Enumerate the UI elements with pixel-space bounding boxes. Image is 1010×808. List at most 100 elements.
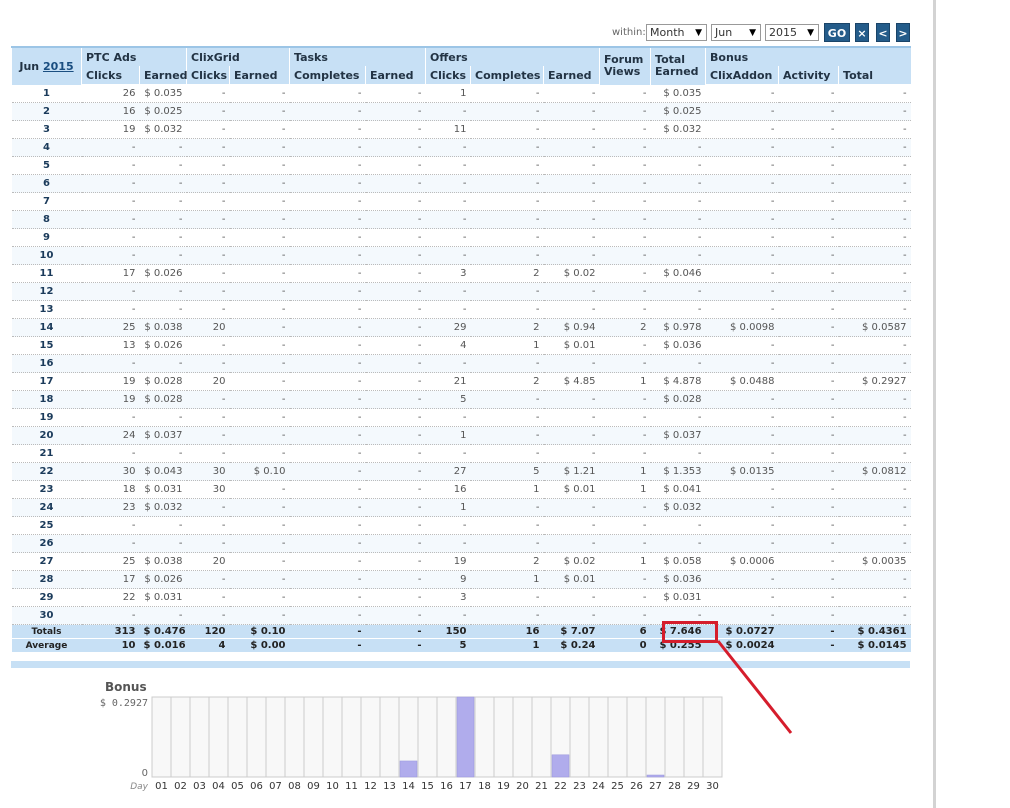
table-cell: -	[289, 552, 366, 571]
table-row: 19- - - - - - - - - - - - - -	[11, 408, 911, 427]
table-cell: 29	[425, 318, 471, 337]
table-cell: -	[705, 228, 779, 247]
table-cell: -	[289, 588, 366, 607]
table-cell: -	[81, 408, 140, 427]
table-group-header-row: Jun 2015 PTC Ads ClixGrid Tasks Offers F…	[11, 46, 911, 85]
table-cell: -	[650, 516, 706, 535]
table-cell: -	[543, 156, 600, 175]
x-tick-label: 08	[288, 781, 301, 792]
table-cell: -	[289, 174, 366, 193]
clixgrid-header: ClixGrid	[186, 46, 290, 66]
totals-row: Totals 313 $ 0.476 120 $ 0.10- -150 16 $ 7.07 6 $…	[11, 624, 911, 639]
table-cell: 1	[599, 552, 651, 571]
table-cell: -	[543, 228, 600, 247]
table-cell: -	[81, 156, 140, 175]
x-tick-label: 03	[193, 781, 206, 792]
table-cell: -	[289, 210, 366, 229]
table-cell: 21	[425, 372, 471, 391]
table-cell: -	[778, 282, 839, 301]
table-cell: $ 0.016	[139, 638, 187, 653]
table-cell: 1	[425, 498, 471, 517]
table-cell: -	[186, 156, 230, 175]
table-cell: -	[425, 300, 471, 319]
table-row: 2 16 $ 0.025- - - - - - - - $ 0.025- - -	[11, 102, 911, 121]
table-cell: $ 0.037	[139, 426, 187, 445]
table-cell: -	[186, 210, 230, 229]
table-cell: -	[229, 192, 290, 211]
table-cell: -	[778, 606, 839, 625]
row-label: 23	[11, 480, 82, 499]
table-cell: -	[650, 408, 706, 427]
table-subheader-row: Clicks Earned Clicks Earned Completes Ea…	[12, 66, 911, 85]
table-cell: 25	[81, 552, 140, 571]
table-cell: -	[229, 480, 290, 499]
table-cell: -	[470, 174, 544, 193]
table-cell: $ 0.10	[229, 624, 290, 639]
period-select-value: Month	[650, 26, 685, 39]
table-cell: -	[425, 192, 471, 211]
table-cell: -	[425, 174, 471, 193]
previous-month-button[interactable]: <	[876, 23, 890, 42]
table-cell: $ 0.476	[139, 624, 187, 639]
table-cell: -	[365, 210, 426, 229]
table-cell: -	[81, 282, 140, 301]
x-tick-label: 14	[402, 781, 415, 792]
table-cell: -	[705, 156, 779, 175]
table-cell: 1	[470, 336, 544, 355]
table-cell: -	[425, 408, 471, 427]
chart-bar	[399, 760, 418, 778]
table-row: 6--------------	[11, 174, 911, 193]
table-cell: -	[650, 192, 706, 211]
table-cell: 5	[425, 638, 471, 653]
period-select[interactable]: Month ▼	[646, 24, 707, 41]
close-button[interactable]: ×	[855, 23, 869, 42]
table-cell: 3	[425, 264, 471, 283]
table-cell: -	[139, 246, 187, 265]
table-cell: -	[365, 408, 426, 427]
table-cell: -	[365, 444, 426, 463]
table-cell: -	[599, 282, 651, 301]
table-cell: -	[838, 228, 911, 247]
table-cell: -	[365, 606, 426, 625]
month-select[interactable]: Jun ▼	[711, 24, 761, 41]
table-cell: -	[470, 228, 544, 247]
table-cell: -	[365, 318, 426, 337]
next-month-button[interactable]: >	[896, 23, 910, 42]
table-row: 20 24 $ 0.037- - - -1- - - $ 0.037- - -	[11, 426, 911, 445]
table-cell: $ 0.02	[543, 264, 600, 283]
table-row: 24 23 $ 0.032- - - -1- - - $ 0.032- - -	[11, 498, 911, 517]
row-label: 22	[11, 462, 82, 481]
go-button[interactable]: GO	[824, 23, 850, 42]
table-cell: -	[543, 444, 600, 463]
table-cell: -	[778, 444, 839, 463]
table-cell: -	[139, 138, 187, 157]
table-cell: -	[229, 174, 290, 193]
table-cell: -	[778, 354, 839, 373]
table-cell: -	[650, 444, 706, 463]
table-cell: -	[186, 192, 230, 211]
x-tick-label: 16	[440, 781, 453, 792]
table-cell: -	[705, 390, 779, 409]
table-row: 11 17 $ 0.026- - - -3 2 $ 0.02- $ 0.046- - -	[11, 264, 911, 283]
row-label: 16	[11, 354, 82, 373]
table-cell: -	[705, 336, 779, 355]
x-tick-label: 09	[307, 781, 320, 792]
table-cell: -	[599, 156, 651, 175]
y-axis-min-label: 0	[142, 768, 148, 779]
table-cell: 150	[425, 624, 471, 639]
year-link[interactable]: 2015	[43, 60, 74, 73]
table-row: 29 22 $ 0.031- - - -3- - - $ 0.031- - -	[11, 588, 911, 607]
table-cell: -	[186, 174, 230, 193]
table-cell: -	[838, 534, 911, 553]
table-cell: -	[81, 174, 140, 193]
table-cell: -	[705, 354, 779, 373]
table-cell: -	[365, 282, 426, 301]
table-cell: 20	[186, 552, 230, 571]
table-cell: -	[139, 444, 187, 463]
row-label: 10	[11, 246, 82, 265]
table-cell: -	[289, 638, 366, 653]
table-cell: -	[139, 156, 187, 175]
table-cell: -	[229, 588, 290, 607]
year-select[interactable]: 2015 ▼	[765, 24, 819, 41]
table-row: 14 25 $ 0.038 20- - -29 2 $ 0.94 2 $ 0.978 $ 0.009…	[11, 318, 911, 337]
